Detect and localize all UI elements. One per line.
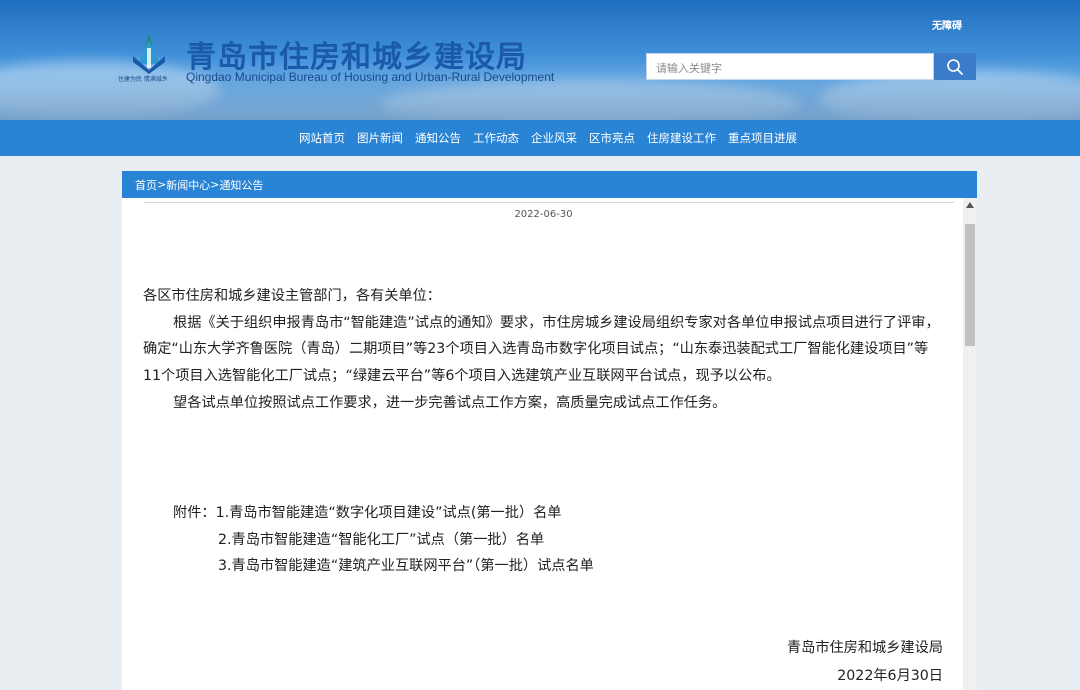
signature-block: 青岛市住房和城乡建设局 2022年6月30日 <box>787 634 943 690</box>
nav-item-work-updates[interactable]: 工作动态 <box>473 130 519 146</box>
nav-item-home[interactable]: 网站首页 <box>299 130 345 146</box>
nav-item-photo-news[interactable]: 图片新闻 <box>357 130 403 146</box>
article-paragraph: 根据《关于组织申报青岛市“智能建造”试点的通知》要求，市住房城乡建设局组织专家对… <box>143 314 940 385</box>
nav-item-announcements[interactable]: 通知公告 <box>415 130 461 146</box>
vertical-scrollbar[interactable] <box>963 198 977 690</box>
main-nav: 网站首页 图片新闻 通知公告 工作动态 企业风采 区市亮点 住房建设工作 重点项… <box>0 120 1080 156</box>
search-icon <box>947 58 963 75</box>
attachment-row: 附件：1.青岛市智能建造“数字化项目建设”试点(第一批）名单 <box>173 500 594 527</box>
nav-item-enterprise[interactable]: 企业风采 <box>531 130 577 146</box>
signature-org: 青岛市住房和城乡建设局 <box>786 640 943 656</box>
chevron-up-icon <box>966 202 974 208</box>
attachment-link[interactable]: 1.青岛市智能建造“数字化项目建设”试点(第一批）名单 <box>216 505 562 521</box>
article-body: 各区市住房和城乡建设主管部门，各有关单位： 根据《关于组织申报青岛市“智能建造”… <box>143 283 943 417</box>
breadcrumb-home[interactable]: 首页 <box>135 177 157 193</box>
attachments-list: 附件：1.青岛市智能建造“数字化项目建设”试点(第一批）名单 2.青岛市智能建造… <box>173 500 594 580</box>
scroll-up-button[interactable] <box>963 198 977 212</box>
article-paragraph: 望各试点单位按照试点工作要求，进一步完善试点工作方案，高质量完成试点工作任务。 <box>173 394 727 411</box>
article-greeting: 各区市住房和城乡建设主管部门，各有关单位： <box>143 288 441 304</box>
article-panel: 首页 > 新闻中心 > 通知公告 2022-06-30 各区市住房和城乡建设主管… <box>122 171 977 690</box>
bureau-logo-icon[interactable] <box>130 34 168 74</box>
attachment-link[interactable]: 3.青岛市智能建造“建筑产业互联网平台”（第一批）试点名单 <box>218 558 594 574</box>
publish-date: 2022-06-30 <box>514 209 573 220</box>
nav-item-district-highlights[interactable]: 区市亮点 <box>589 130 635 146</box>
breadcrumb-separator: > <box>157 178 167 191</box>
breadcrumb-announcements[interactable]: 通知公告 <box>219 177 263 193</box>
search-button[interactable] <box>934 53 976 80</box>
scroll-thumb[interactable] <box>965 224 975 346</box>
breadcrumb: 首页 > 新闻中心 > 通知公告 <box>122 171 977 198</box>
breadcrumb-news-center[interactable]: 新闻中心 <box>166 177 210 193</box>
header-banner: 住建为民 情满城乡 青岛市住房和城乡建设局 Qingdao Municipal … <box>0 0 1080 120</box>
title-divider <box>144 202 954 203</box>
logo-slogan: 住建为民 情满城乡 <box>118 76 168 83</box>
nav-list: 网站首页 图片新闻 通知公告 工作动态 企业风采 区市亮点 住房建设工作 重点项… <box>299 120 797 156</box>
attachment-link[interactable]: 2.青岛市智能建造“智能化工厂”试点（第一批）名单 <box>218 532 544 548</box>
nav-item-key-projects[interactable]: 重点项目进展 <box>728 130 797 146</box>
nav-item-housing-work[interactable]: 住房建设工作 <box>647 130 716 146</box>
search-input[interactable]: 请输入关键字 <box>646 53 934 80</box>
signature-date: 2022年6月30日 <box>837 668 943 684</box>
attachment-row: 3.青岛市智能建造“建筑产业互联网平台”（第一批）试点名单 <box>173 553 594 580</box>
attachment-row: 2.青岛市智能建造“智能化工厂”试点（第一批）名单 <box>173 527 594 554</box>
site-subtitle: Qingdao Municipal Bureau of Housing and … <box>186 70 555 84</box>
accessibility-link[interactable]: 无障碍 <box>932 17 962 32</box>
breadcrumb-separator: > <box>210 178 220 191</box>
attachments-label: 附件： <box>173 505 216 521</box>
